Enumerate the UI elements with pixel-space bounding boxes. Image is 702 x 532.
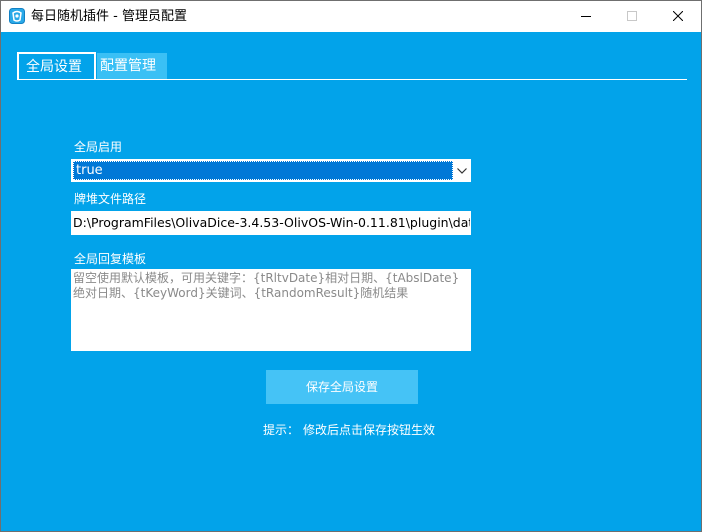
- app-logo-icon: [9, 8, 25, 24]
- deck-path-label: 牌堆文件路径: [74, 192, 147, 206]
- tab-config-management[interactable]: 配置管理: [97, 53, 167, 80]
- deck-path-input[interactable]: D:\ProgramFiles\OlivaDice-3.4.53-OlivOS-…: [71, 211, 471, 235]
- reply-template-textarea[interactable]: 留空使用默认模板，可用关键字：{tRltvDate}相对日期、{tAbslDat…: [71, 269, 471, 351]
- hint-prefix: 提示：: [263, 423, 300, 437]
- save-global-settings-button[interactable]: 保存全局设置: [266, 370, 418, 404]
- tab-global-settings[interactable]: 全局设置: [17, 52, 96, 79]
- dropdown-toggle[interactable]: [453, 160, 470, 181]
- chevron-down-icon: [457, 168, 467, 174]
- hint-text: 提示： 修改后点击保存按钮生效: [263, 422, 439, 438]
- window-title: 每日随机插件 - 管理员配置: [31, 9, 187, 24]
- app-window: 每日随机插件 - 管理员配置 全局设置 配置管理 全局启用 true 牌堆文件路…: [0, 0, 702, 532]
- hint-message: 修改后点击保存按钮生效: [303, 423, 436, 437]
- minimize-icon: [581, 16, 591, 17]
- global-enable-label: 全局启用: [74, 140, 123, 154]
- select-value: true: [76, 163, 103, 178]
- title-bar[interactable]: 每日随机插件 - 管理员配置: [1, 1, 701, 32]
- maximize-icon: [627, 11, 637, 21]
- select-selection-highlight: true: [73, 161, 453, 180]
- close-button[interactable]: [655, 1, 701, 32]
- global-enable-select[interactable]: true: [71, 159, 471, 182]
- close-icon: [673, 11, 683, 21]
- maximize-button[interactable]: [609, 1, 655, 32]
- reply-template-label: 全局回复模板: [74, 252, 147, 266]
- minimize-button[interactable]: [563, 1, 609, 32]
- tab-divider: [17, 79, 687, 80]
